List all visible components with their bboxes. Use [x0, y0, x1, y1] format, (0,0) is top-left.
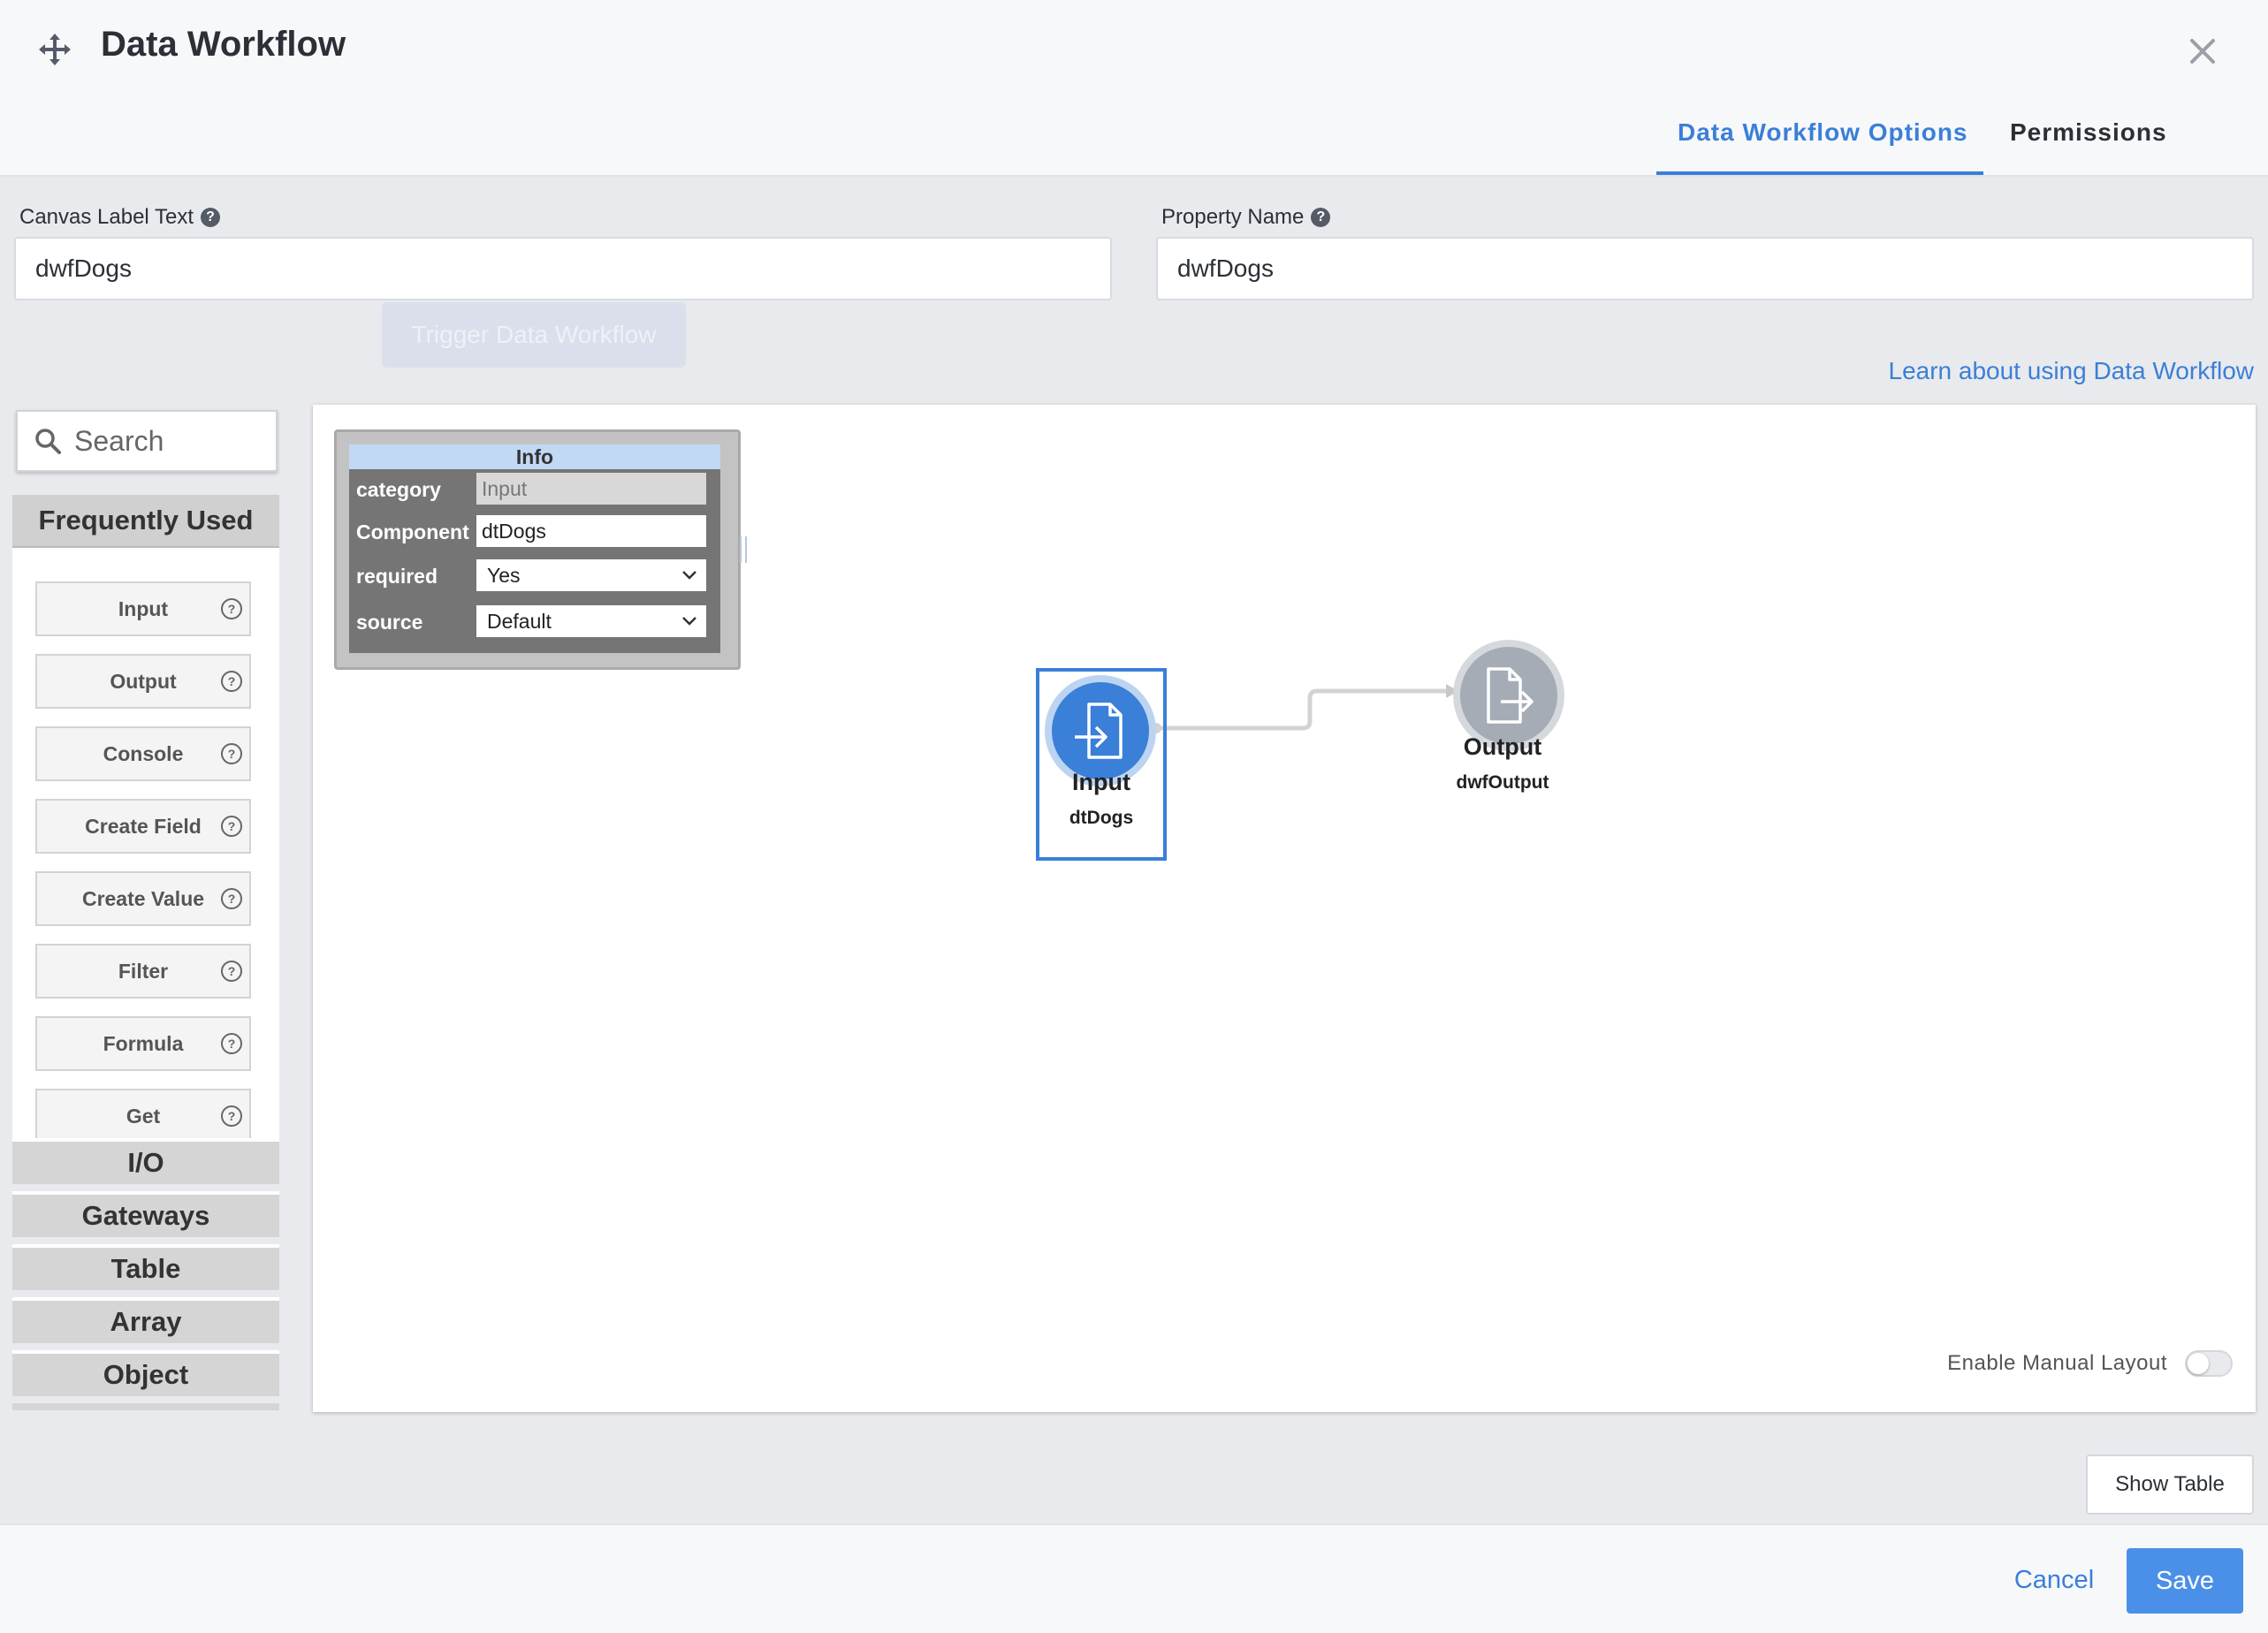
close-icon[interactable] [2187, 35, 2219, 67]
search-icon [35, 429, 61, 454]
category-array[interactable]: Array [12, 1297, 279, 1343]
file-export-icon [1487, 667, 1534, 724]
palette-item-label: Get [126, 1104, 161, 1128]
canvas-label-text-caption: Canvas Label Text [19, 205, 194, 229]
frequently-used-list: Input? Output? Console? Create Field? Cr… [12, 548, 279, 1184]
help-icon[interactable]: ? [221, 743, 242, 764]
modal-footer [0, 1523, 2268, 1633]
palette-item-output[interactable]: Output? [35, 654, 251, 709]
property-name-label: Property Name ? [1161, 205, 1331, 230]
help-icon[interactable]: ? [221, 961, 242, 982]
file-import-icon [1075, 703, 1123, 759]
palette-scroll-edge [12, 1403, 279, 1410]
palette-item-label: Input [118, 596, 169, 620]
workflow-canvas[interactable]: Info category Input Component dtDogs req… [313, 405, 2256, 1412]
canvas-label-text-input[interactable] [14, 237, 1112, 300]
tab-permissions[interactable]: Permissions [2010, 118, 2167, 147]
palette-item-create-field[interactable]: Create Field? [35, 799, 251, 854]
learn-data-workflow-link[interactable]: Learn about using Data Workflow [1889, 357, 2255, 385]
palette-item-label: Create Value [81, 886, 205, 910]
move-icon[interactable] [37, 32, 72, 67]
modal-title: Data Workflow [101, 25, 346, 64]
palette-item-get[interactable]: Get? [35, 1089, 251, 1143]
palette-item-label: Output [110, 669, 177, 693]
connector-edge [1151, 684, 1458, 733]
show-table-button[interactable]: Show Table [2086, 1455, 2254, 1515]
cancel-button[interactable]: Cancel [2001, 1548, 2107, 1612]
output-node-label: Output [1463, 733, 1542, 760]
category-gateways[interactable]: Gateways [12, 1191, 279, 1237]
canvas-label-text-label: Canvas Label Text ? [19, 205, 221, 230]
palette-item-create-value[interactable]: Create Value? [35, 871, 251, 926]
palette-item-input[interactable]: Input? [35, 581, 251, 636]
category-frequently-used[interactable]: Frequently Used [12, 495, 279, 548]
palette-search-input[interactable]: Search [16, 410, 278, 472]
help-icon[interactable]: ? [221, 598, 242, 619]
output-node-sublabel: dwfOutput [1456, 772, 1549, 793]
palette-item-label: Create Field [85, 814, 202, 838]
tab-data-workflow-options[interactable]: Data Workflow Options [1678, 118, 1968, 147]
header-divider [0, 175, 2268, 177]
save-button[interactable]: Save [2127, 1548, 2243, 1614]
palette-item-formula[interactable]: Formula? [35, 1016, 251, 1071]
category-table[interactable]: Table [12, 1244, 279, 1290]
modal-header: Data Workflow Data Workflow Options Perm… [0, 0, 2268, 177]
property-name-input[interactable] [1156, 237, 2254, 300]
category-io[interactable]: I/O [12, 1138, 279, 1184]
help-icon[interactable]: ? [221, 1105, 242, 1127]
manual-layout-control: Enable Manual Layout [1947, 1350, 2233, 1377]
palette-item-filter[interactable]: Filter? [35, 944, 251, 999]
input-node-label: Input [1072, 769, 1130, 795]
help-icon[interactable]: ? [221, 888, 242, 909]
manual-layout-toggle[interactable] [2185, 1350, 2233, 1377]
input-node-sublabel: dtDogs [1069, 808, 1134, 828]
palette-item-console[interactable]: Console? [35, 726, 251, 781]
category-object[interactable]: Object [12, 1350, 279, 1396]
help-icon[interactable]: ? [221, 1033, 242, 1054]
property-name-caption: Property Name [1161, 205, 1305, 229]
help-icon[interactable]: ? [221, 671, 242, 692]
manual-layout-label: Enable Manual Layout [1947, 1351, 2167, 1375]
help-icon[interactable]: ? [221, 816, 242, 837]
background-trigger-button: Trigger Data Workflow [382, 302, 686, 368]
node-palette: Search Frequently Used Input? Output? Co… [12, 410, 279, 1410]
help-icon[interactable]: ? [1311, 208, 1331, 227]
search-placeholder: Search [74, 424, 164, 457]
palette-item-label: Filter [118, 959, 169, 983]
palette-item-label: Console [103, 741, 184, 765]
palette-item-label: Formula [103, 1031, 184, 1055]
help-icon[interactable]: ? [201, 208, 221, 227]
